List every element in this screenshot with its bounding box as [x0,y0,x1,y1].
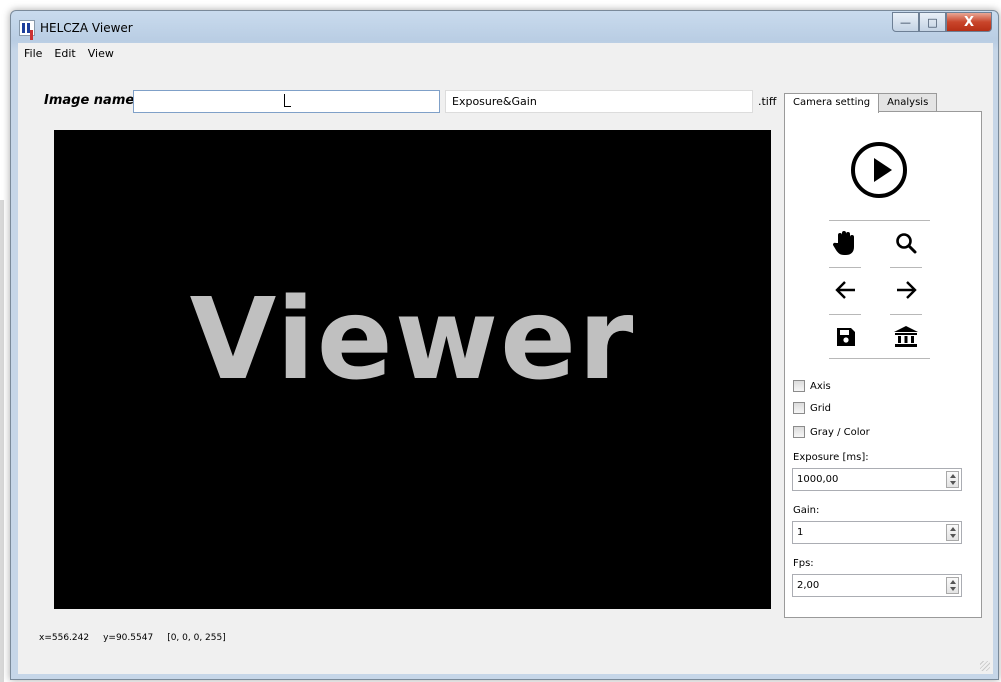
menu-edit[interactable]: Edit [48,47,81,60]
toolbar-divider [890,267,922,268]
zoom-button[interactable] [891,228,921,258]
pan-hand-icon [833,231,854,255]
camera-setting-panel: Axis Grid Gray / Color Exposure [ms]: 10… [784,111,982,618]
maximize-icon: □ [927,15,938,29]
settings-tabs: Camera setting Analysis [784,93,938,113]
window-controls: — □ X [892,12,992,32]
pan-button[interactable] [831,228,861,258]
background-strip [0,200,4,682]
axis-checkbox[interactable] [793,380,805,392]
image-content-text: Viewer [189,275,636,405]
gain-label: Gain: [793,505,820,516]
gray-color-checkbox[interactable] [793,426,805,438]
home-icon [894,326,918,347]
main-content: Image name: Exposure&Gain .tiff Viewer x… [18,63,993,674]
toolbar-divider [829,220,930,221]
file-extension-label: .tiff [758,95,777,108]
status-y-coordinate: y=90.5547 [103,633,154,643]
fps-label: Fps: [793,558,814,569]
save-button[interactable] [831,322,861,352]
home-button[interactable] [891,322,921,352]
fps-stepper-arrows[interactable] [946,577,959,594]
back-arrow-icon [835,281,855,299]
tab-camera-setting[interactable]: Camera setting [784,93,880,113]
close-icon: X [963,14,975,30]
app-logo-icon [19,20,35,36]
exposure-stepper-arrows[interactable] [946,471,959,488]
gray-color-checkbox-label: Gray / Color [810,426,870,438]
exposure-label: Exposure [ms]: [793,452,869,463]
image-name-label: Image name: [44,93,140,108]
app-window: HELCZA Viewer — □ X File Edit View Image… [10,10,999,680]
image-suffix-input[interactable]: Exposure&Gain [445,90,753,113]
forward-button[interactable] [891,275,921,305]
toolbar-divider [829,314,861,315]
close-button[interactable]: X [946,12,992,32]
window-title: HELCZA Viewer [40,21,133,35]
grid-checkbox-label: Grid [810,402,831,414]
title-bar: HELCZA Viewer — □ X [11,11,998,45]
resize-grip[interactable] [980,661,990,671]
gain-spinbox[interactable]: 1 [792,521,962,544]
menu-bar: File Edit View [18,43,993,63]
menu-view[interactable]: View [82,47,120,60]
fps-value: 2,00 [797,580,820,591]
camera-image-view[interactable]: Viewer [54,130,771,609]
status-x-coordinate: x=556.242 [39,633,90,643]
text-cursor-icon [284,94,291,107]
save-icon [837,328,855,346]
axis-checkbox-row[interactable]: Axis [793,380,831,392]
grid-checkbox[interactable] [793,402,805,414]
gain-stepper-arrows[interactable] [946,524,959,541]
tab-analysis[interactable]: Analysis [878,93,938,112]
status-bar: x=556.242 y=90.5547 [0, 0, 0, 255] [39,633,240,643]
gain-value: 1 [797,527,804,538]
back-button[interactable] [831,275,861,305]
minimize-button[interactable]: — [892,12,919,32]
forward-arrow-icon [897,281,917,299]
image-name-input[interactable] [133,90,440,113]
maximize-button[interactable]: □ [919,12,946,32]
axis-checkbox-label: Axis [810,380,831,392]
minimize-icon: — [900,15,911,29]
fps-spinbox[interactable]: 2,00 [792,574,962,597]
exposure-spinbox[interactable]: 1000,00 [792,468,962,491]
gray-color-checkbox-row[interactable]: Gray / Color [793,426,870,438]
toolbar-divider [890,314,922,315]
menu-file[interactable]: File [18,47,48,60]
status-pixel-value: [0, 0, 0, 255] [167,633,226,643]
zoom-icon [896,233,917,254]
grid-checkbox-row[interactable]: Grid [793,402,831,414]
exposure-value: 1000,00 [797,474,839,485]
toolbar-divider [829,358,930,359]
play-button[interactable] [851,142,907,198]
toolbar-divider [829,267,861,268]
